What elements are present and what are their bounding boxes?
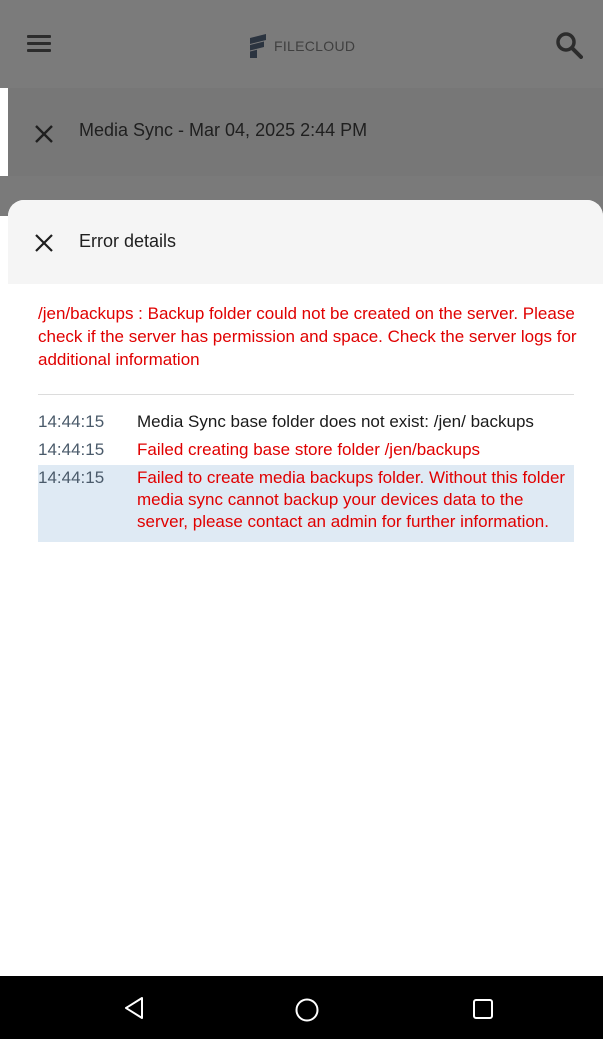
log-row-selected[interactable]: 14:44:15 Failed to create media backups … — [38, 465, 574, 542]
sheet-header: Error details — [8, 200, 603, 284]
back-triangle-icon[interactable] — [123, 996, 145, 1020]
log-timestamp: 14:44:15 — [38, 440, 105, 459]
brand: FILECLOUD — [248, 34, 355, 58]
menu-icon[interactable] — [27, 35, 51, 53]
log-timestamp: 14:44:15 — [38, 412, 105, 431]
log-timestamp: 14:44:15 — [38, 468, 105, 487]
log-message: Failed to create media backups folder. W… — [137, 468, 566, 531]
log-row[interactable]: 14:44:15 Failed creating base store fold… — [38, 437, 574, 465]
media-sync-bar: Media Sync - Mar 04, 2025 2:44 PM — [8, 88, 603, 177]
media-sync-title: Media Sync - Mar 04, 2025 2:44 PM — [79, 120, 368, 140]
search-icon[interactable] — [555, 31, 583, 59]
divider — [38, 394, 574, 395]
sheet-title: Error details — [79, 231, 177, 251]
app-header: FILECLOUD — [0, 0, 603, 88]
error-details-sheet: Error details /jen/backups : Backup fold… — [8, 200, 603, 976]
system-nav-bar — [0, 976, 603, 1039]
log-message: Media Sync base folder does not exist: /… — [137, 412, 534, 431]
close-icon[interactable] — [33, 123, 55, 145]
log-message: Failed creating base store folder /jen/b… — [137, 440, 481, 459]
close-icon[interactable] — [34, 233, 54, 253]
log-row[interactable]: 14:44:15 Media Sync base folder does not… — [38, 409, 574, 437]
home-circle-icon[interactable] — [295, 998, 319, 1022]
log-list: 14:44:15 Media Sync base folder does not… — [38, 409, 574, 542]
recents-square-icon[interactable] — [472, 998, 494, 1020]
brand-name: FILECLOUD — [274, 38, 356, 54]
error-summary: /jen/backups : Backup folder could not b… — [38, 304, 577, 369]
filecloud-logo-icon — [250, 34, 266, 58]
